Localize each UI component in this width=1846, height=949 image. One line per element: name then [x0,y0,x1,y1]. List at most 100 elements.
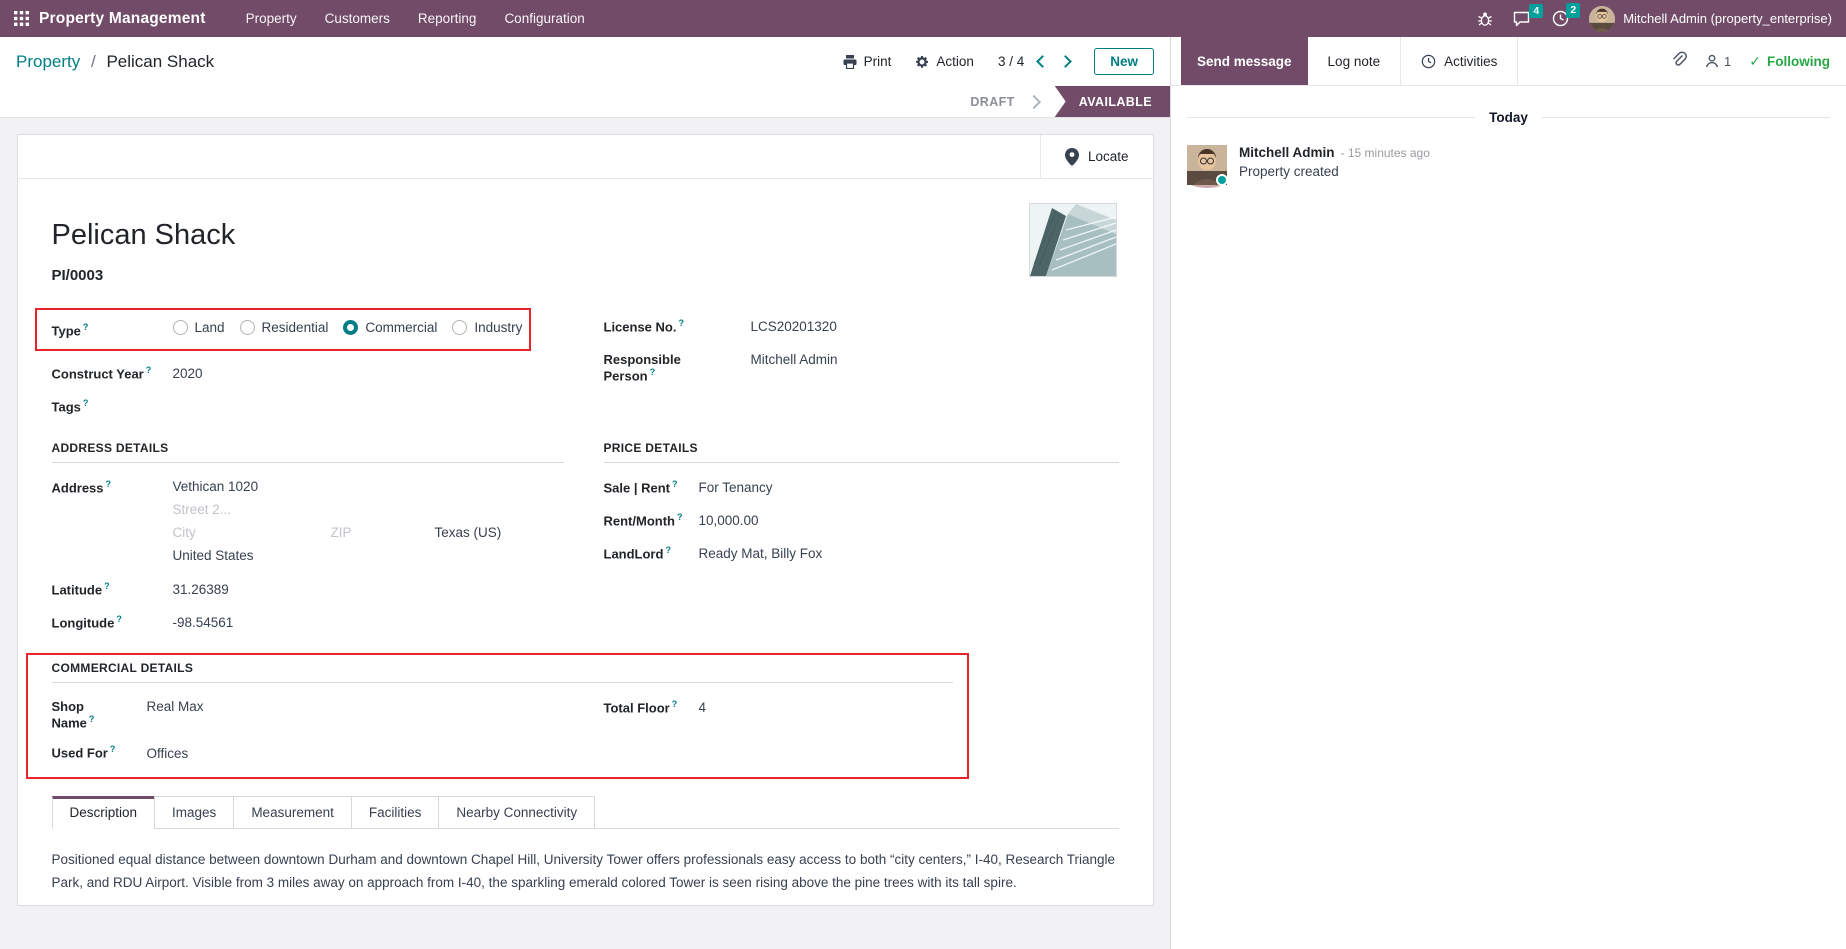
debug-bug-icon[interactable] [1477,11,1493,27]
annotation-box-commercial: COMMERCIAL DETAILS Shop Name? Real Max U… [25,653,969,780]
address-section-title: ADDRESS DETAILS [51,441,564,463]
breadcrumb-current: Pelican Shack [106,51,215,71]
shop-name-value[interactable]: Real Max [147,699,204,714]
street-value[interactable]: Vethican 1020 [173,479,502,494]
radio-industry[interactable]: Industry [452,320,522,335]
breadcrumb-property-link[interactable]: Property [16,52,80,71]
status-available[interactable]: AVAILABLE [1054,86,1170,117]
menu-configuration[interactable]: Configuration [490,2,598,35]
print-button[interactable]: Print [843,54,891,69]
menu-reporting[interactable]: Reporting [404,2,491,35]
type-radio-group: Land Residential Commercial Industry [172,320,522,335]
city-input[interactable]: City [173,525,331,540]
price-section: PRICE DETAILS Sale | Rent? For Tenancy R… [603,417,1119,633]
rent-month-label: Rent/Month? [603,512,683,529]
tab-measurement[interactable]: Measurement [233,796,352,830]
rent-month-value[interactable]: 10,000.00 [699,513,759,528]
state-value[interactable]: Texas (US) [435,525,502,540]
form-sheet: Locate Pelican Shack PI/0003 Type ? Land… [16,134,1154,906]
description-text[interactable]: Positioned equal distance between downto… [52,849,1119,894]
license-value[interactable]: LCS20201320 [751,319,837,334]
form-pane: Property / Pelican Shack Print Action 3 … [0,37,1170,949]
message-body: Property created [1239,164,1339,179]
status-arrow-icon [1026,94,1041,109]
chatter-message: Mitchell Admin - 15 minutes ago Property… [1171,145,1846,188]
notebook-tabs: Description Images Measurement Facilitie… [51,795,1119,830]
app-title[interactable]: Property Management [39,10,206,28]
sale-rent-value[interactable]: For Tenancy [699,480,773,495]
message-author[interactable]: Mitchell Admin [1239,145,1335,160]
landlord-value[interactable]: Ready Mat, Billy Fox [699,546,823,561]
price-section-title: PRICE DETAILS [603,441,1119,463]
tab-description[interactable]: Description [51,796,156,830]
radio-land[interactable]: Land [172,320,225,335]
new-button[interactable]: New [1094,48,1154,75]
property-reference: PI/0003 [51,267,104,284]
activities-clock-icon[interactable]: 2 [1552,3,1581,27]
menu-customers[interactable]: Customers [311,2,404,35]
responsible-label: Responsible Person? [603,352,681,384]
radio-residential[interactable]: Residential [239,320,328,335]
radio-commercial[interactable]: Commercial [343,320,437,335]
menu-property[interactable]: Property [232,2,311,35]
breadcrumb: Property / Pelican Shack [16,52,214,72]
latitude-value[interactable]: 31.26389 [173,582,229,597]
top-navbar: Property Management Property Customers R… [0,0,1846,37]
tags-label: Tags? [51,398,89,415]
tab-nearby-connectivity[interactable]: Nearby Connectivity [438,796,596,830]
following-button[interactable]: ✓ Following [1749,53,1830,70]
tab-facilities[interactable]: Facilities [350,796,440,830]
street2-input[interactable]: Street 2... [173,502,502,517]
main-menu: Property Customers Reporting Configurati… [232,2,599,35]
tab-images[interactable]: Images [154,796,235,830]
user-menu[interactable]: Mitchell Admin (property_enterprise) [1589,5,1832,32]
message-timestamp: - 15 minutes ago [1340,146,1430,160]
user-name: Mitchell Admin (property_enterprise) [1623,11,1832,26]
status-draft[interactable]: DRAFT [954,86,1054,117]
shop-name-label: Shop Name? [51,699,95,731]
property-title[interactable]: Pelican Shack [52,215,1119,255]
followers-button[interactable]: 1 [1705,54,1731,69]
used-for-value[interactable]: Offices [147,746,189,761]
total-floor-value[interactable]: 4 [699,700,707,715]
send-message-button[interactable]: Send message [1181,37,1308,85]
latitude-label: Latitude? [51,581,110,598]
breadcrumb-separator: / [90,51,96,71]
action-button[interactable]: Action [915,54,974,69]
clock-icon [1421,54,1436,68]
locate-button[interactable]: Locate [1039,135,1153,178]
map-pin-icon [1064,147,1079,166]
messages-badge: 4 [1529,3,1544,18]
construct-year-value[interactable]: 2020 [173,366,203,381]
attach-files-button[interactable] [1671,51,1687,71]
zip-input[interactable]: ZIP [331,525,435,540]
responsible-value[interactable]: Mitchell Admin [751,352,838,367]
control-panel: Property / Pelican Shack Print Action 3 … [0,37,1170,86]
messages-icon[interactable]: 4 [1513,3,1544,27]
apps-grid-icon[interactable] [14,11,29,26]
pager-previous-icon[interactable] [1036,55,1050,68]
longitude-value[interactable]: -98.54561 [173,615,234,630]
landlord-label: LandLord? [603,545,671,562]
commercial-section-title: COMMERCIAL DETAILS [51,661,953,683]
total-floor-label: Total Floor? [603,699,678,716]
pager-next-icon[interactable] [1059,55,1073,68]
paperclip-icon [1673,51,1687,66]
used-for-label: Used For? [51,744,116,761]
activities-button[interactable]: Activities [1401,37,1517,85]
form-content-area: Locate Pelican Shack PI/0003 Type ? Land… [0,118,1170,949]
property-image[interactable] [1028,203,1117,277]
user-avatar [1589,5,1616,32]
sale-rent-label: Sale | Rent? [603,479,678,496]
address-section: ADDRESS DETAILS Address? Vethican 1020 S… [51,417,564,633]
fields-right-column: License No.? LCS20201320 Responsible Per… [604,308,1119,417]
log-note-button[interactable]: Log note [1308,37,1401,85]
country-value[interactable]: United States [173,548,502,563]
date-divider: Today [1187,110,1831,125]
statusbar: DRAFT AVAILABLE [0,86,1170,118]
sheet-button-box: Locate [17,135,1153,179]
check-icon: ✓ [1749,52,1761,69]
type-label: Type? [51,321,89,338]
longitude-label: Longitude? [51,614,122,631]
online-status-dot [1216,174,1228,186]
